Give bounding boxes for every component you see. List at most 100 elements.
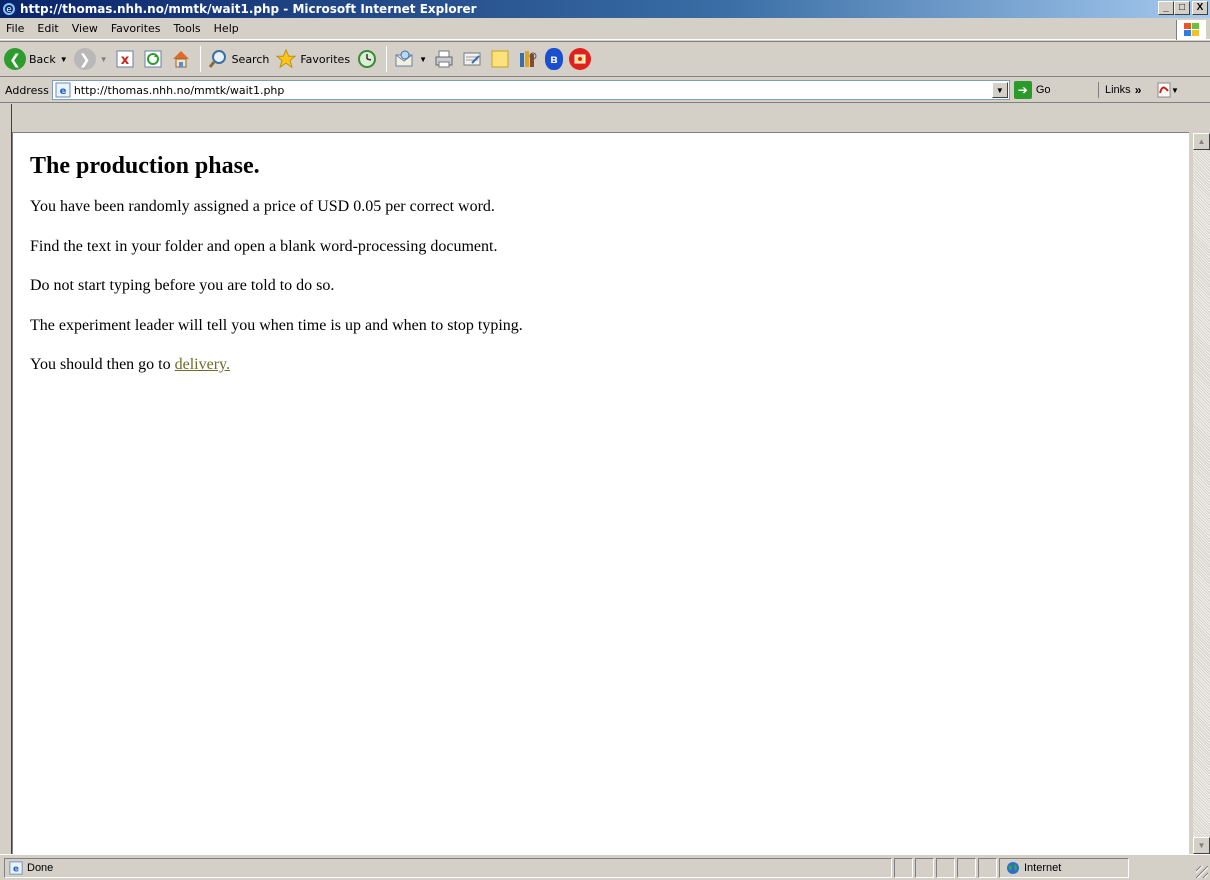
- page-content: The production phase. You have been rand…: [30, 153, 523, 396]
- history-button[interactable]: [356, 48, 378, 70]
- paragraph-time-up: The experiment leader will tell you when…: [30, 316, 523, 334]
- status-pane: [957, 857, 976, 878]
- mail-icon: [393, 48, 415, 70]
- security-zone[interactable]: Internet: [999, 857, 1129, 878]
- back-label: Back: [29, 52, 56, 66]
- bluetooth-icon: ʙ: [544, 48, 563, 70]
- home-icon: [170, 48, 192, 70]
- scroll-up-button[interactable]: ▲: [1193, 133, 1210, 150]
- menu-favorites[interactable]: Favorites: [111, 22, 161, 35]
- status-pane: [894, 857, 913, 878]
- edit-document-icon: [461, 48, 483, 70]
- go-button[interactable]: ➔ Go: [1013, 81, 1051, 99]
- paragraph-do-not-start: Do not start typing before you are told …: [30, 277, 335, 295]
- svg-text:e: e: [59, 86, 66, 97]
- ie-icon: e: [2, 2, 16, 16]
- page-icon: e: [55, 82, 71, 98]
- address-label: Address: [5, 83, 49, 97]
- toolbar-separator: [199, 46, 201, 72]
- go-arrow-icon: ➔: [1013, 81, 1032, 99]
- history-icon: [356, 48, 378, 70]
- minimize-button[interactable]: _: [1158, 1, 1174, 15]
- windows-logo-icon: [1176, 20, 1206, 40]
- back-button[interactable]: ❮ Back ▼: [4, 48, 68, 70]
- maximize-button[interactable]: □: [1174, 1, 1190, 15]
- back-dropdown-icon[interactable]: ▼: [60, 55, 68, 64]
- menu-file[interactable]: File: [6, 22, 24, 35]
- pdf-icon: ▼: [1157, 82, 1178, 98]
- favorites-button[interactable]: Favorites: [275, 48, 350, 70]
- window-title: http://thomas.nhh.no/mmtk/wait1.php - Mi…: [20, 2, 477, 16]
- paragraph-find-text: Find the text in your folder and open a …: [30, 237, 498, 255]
- scroll-down-button[interactable]: ▼: [1193, 837, 1210, 854]
- page-viewport: The production phase. You have been rand…: [12, 132, 1189, 854]
- svg-text:e: e: [13, 864, 19, 874]
- forward-arrow-icon: ❯: [73, 48, 96, 70]
- address-input[interactable]: e http://thomas.nhh.no/mmtk/wait1.php ▼: [51, 80, 1010, 100]
- refresh-icon: [142, 48, 164, 70]
- note-icon: [489, 48, 511, 70]
- status-pane: [915, 857, 934, 878]
- svg-text:▼: ▼: [1171, 86, 1178, 95]
- mail-dropdown-icon[interactable]: ▼: [419, 55, 427, 64]
- address-url: http://thomas.nhh.no/mmtk/wait1.php: [73, 83, 285, 97]
- refresh-button[interactable]: [142, 48, 164, 70]
- search-label: Search: [231, 52, 270, 66]
- menu-bar: File Edit View Favorites Tools Help: [0, 18, 1210, 40]
- favorites-label: Favorites: [300, 52, 351, 66]
- mail-button[interactable]: ▼: [393, 48, 427, 70]
- globe-icon: [1007, 861, 1019, 874]
- favorites-star-icon: [275, 48, 297, 70]
- home-button[interactable]: [170, 48, 192, 70]
- forward-dropdown-icon[interactable]: ▼: [100, 55, 108, 64]
- paragraph-delivery: You should then go to delivery.: [30, 356, 523, 374]
- resize-grip[interactable]: [1196, 866, 1208, 878]
- search-button[interactable]: Search: [207, 48, 270, 70]
- links-separator: [1098, 82, 1099, 98]
- zone-label: Internet: [1024, 861, 1062, 874]
- toolbar-separator: [386, 46, 388, 72]
- printer-icon: [433, 48, 455, 70]
- edit-button[interactable]: [461, 48, 483, 70]
- status-text: Done: [27, 861, 54, 874]
- research-button[interactable]: [517, 48, 539, 70]
- messenger-button[interactable]: [568, 48, 591, 70]
- status-pane: [978, 857, 997, 878]
- discuss-button[interactable]: [489, 48, 511, 70]
- menu-edit[interactable]: Edit: [37, 22, 58, 35]
- vertical-scrollbar[interactable]: ▲ ▼: [1193, 133, 1210, 854]
- close-button[interactable]: X: [1192, 1, 1208, 15]
- delivery-prefix: You should then go to: [30, 356, 175, 374]
- messenger-icon: [568, 48, 591, 70]
- back-arrow-icon: ❮: [4, 48, 26, 70]
- links-label: Links: [1105, 84, 1131, 96]
- stop-button[interactable]: x: [114, 48, 136, 70]
- address-bar: Address e http://thomas.nhh.no/mmtk/wait…: [0, 78, 1210, 103]
- svg-text:e: e: [6, 5, 12, 15]
- title-bar[interactable]: e http://thomas.nhh.no/mmtk/wait1.php - …: [0, 0, 1210, 18]
- books-icon: [517, 48, 539, 70]
- status-pane: [936, 857, 955, 878]
- page-title: The production phase.: [30, 153, 260, 179]
- search-icon: [207, 48, 229, 70]
- paragraph-price: You have been randomly assigned a price …: [30, 198, 495, 215]
- address-dropdown-icon[interactable]: ▼: [991, 82, 1008, 98]
- pdf-button[interactable]: ▼: [1156, 82, 1178, 98]
- status-main-pane: e Done: [4, 857, 892, 878]
- window-frame-left: [0, 104, 12, 854]
- menu-view[interactable]: View: [72, 22, 98, 35]
- stop-icon: x: [114, 48, 136, 70]
- forward-button[interactable]: ❯ ▼: [73, 48, 108, 70]
- print-button[interactable]: [433, 48, 455, 70]
- svg-text:x: x: [120, 53, 129, 68]
- standard-toolbar: ❮ Back ▼ ❯ ▼ x Search Favorites ▼ ʙ: [0, 41, 1210, 77]
- bluetooth-button[interactable]: ʙ: [544, 48, 563, 70]
- delivery-link[interactable]: delivery.: [175, 356, 230, 373]
- chevron-right-icon: »: [1134, 83, 1142, 97]
- status-bar: e Done Internet: [0, 854, 1210, 880]
- menu-tools[interactable]: Tools: [174, 22, 201, 35]
- go-label: Go: [1035, 84, 1051, 96]
- links-button[interactable]: Links »: [1098, 82, 1141, 98]
- menu-help[interactable]: Help: [214, 22, 239, 35]
- page-done-icon: e: [9, 860, 23, 875]
